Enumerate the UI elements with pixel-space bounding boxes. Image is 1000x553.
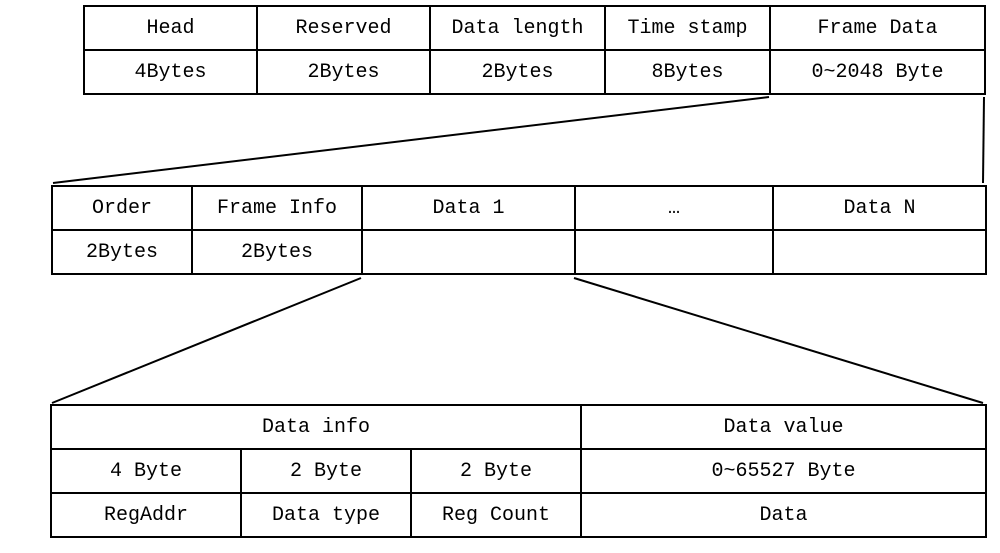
t1-v0: 4Bytes	[84, 50, 257, 94]
t1-h3: Time stamp	[605, 6, 770, 50]
t3-f3: Data	[581, 493, 986, 537]
t1-h2: Data length	[430, 6, 605, 50]
t3-s1: 2 Byte	[241, 449, 411, 493]
t2-h1: Frame Info	[192, 186, 362, 230]
connector-line-icon	[50, 276, 990, 406]
data-detail-table: Data info Data value 4 Byte 2 Byte 2 Byt…	[50, 404, 987, 538]
t1-h4: Frame Data	[770, 6, 985, 50]
t3-g1: Data value	[581, 405, 986, 449]
t1-h0: Head	[84, 6, 257, 50]
t3-s3: 0~65527 Byte	[581, 449, 986, 493]
t3-f0: RegAddr	[51, 493, 241, 537]
table-row: 4Bytes 2Bytes 2Bytes 8Bytes 0~2048 Byte	[84, 50, 985, 94]
t3-s0: 4 Byte	[51, 449, 241, 493]
table-row: RegAddr Data type Reg Count Data	[51, 493, 986, 537]
table-row: 2Bytes 2Bytes	[52, 230, 986, 274]
table-row: Data info Data value	[51, 405, 986, 449]
t2-v1: 2Bytes	[192, 230, 362, 274]
frame-header-table: Head Reserved Data length Time stamp Fra…	[83, 5, 986, 95]
t3-f2: Reg Count	[411, 493, 581, 537]
table-row: Order Frame Info Data 1 … Data N	[52, 186, 986, 230]
t2-v0: 2Bytes	[52, 230, 192, 274]
t3-f1: Data type	[241, 493, 411, 537]
t2-v4	[773, 230, 986, 274]
t1-h1: Reserved	[257, 6, 430, 50]
t1-v1: 2Bytes	[257, 50, 430, 94]
table-row: Head Reserved Data length Time stamp Fra…	[84, 6, 985, 50]
t2-h4: Data N	[773, 186, 986, 230]
t2-h0: Order	[52, 186, 192, 230]
table-row: 4 Byte 2 Byte 2 Byte 0~65527 Byte	[51, 449, 986, 493]
t2-h2: Data 1	[362, 186, 575, 230]
connector-line-icon	[50, 95, 990, 185]
t2-v2	[362, 230, 575, 274]
t1-v2: 2Bytes	[430, 50, 605, 94]
frame-data-table: Order Frame Info Data 1 … Data N 2Bytes …	[51, 185, 987, 275]
t1-v3: 8Bytes	[605, 50, 770, 94]
t1-v4: 0~2048 Byte	[770, 50, 985, 94]
t2-v3	[575, 230, 773, 274]
t3-g0: Data info	[51, 405, 581, 449]
t2-h3: …	[575, 186, 773, 230]
t3-s2: 2 Byte	[411, 449, 581, 493]
